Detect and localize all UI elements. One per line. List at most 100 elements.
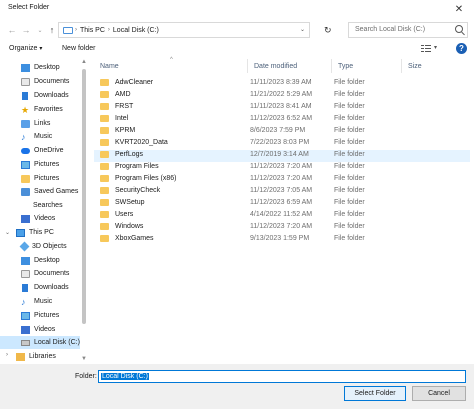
date-cell: 8/6/2023 7:59 PM bbox=[250, 127, 306, 134]
name-cell: Program Files bbox=[100, 163, 159, 170]
search-input[interactable]: Search Local Disk (C:) bbox=[348, 22, 468, 38]
date-cell: 11/12/2023 7:05 AM bbox=[250, 187, 313, 194]
breadcrumb-this-pc[interactable]: This PC bbox=[80, 27, 105, 34]
nav-item-downloads-2[interactable]: Downloads bbox=[0, 281, 80, 294]
name-cell: KPRM bbox=[100, 127, 135, 134]
nav-item-desktop-2[interactable]: Desktop bbox=[0, 254, 80, 267]
chevron-right-icon[interactable]: › bbox=[6, 352, 8, 358]
nav-item-this-pc[interactable]: ⌄ This PC bbox=[0, 226, 80, 239]
name-cell: PerfLogs bbox=[100, 151, 143, 158]
nav-item-local-disk[interactable]: Local Disk (C:) bbox=[0, 336, 80, 349]
nav-item-label: Saved Games bbox=[34, 188, 79, 195]
nav-item-pictures-2[interactable]: Pictures bbox=[0, 172, 80, 185]
nav-item-label: Videos bbox=[34, 215, 56, 222]
organize-label: Organize bbox=[9, 45, 38, 52]
breadcrumb-local-disk[interactable]: Local Disk (C:) bbox=[113, 27, 159, 34]
nav-item-desktop[interactable]: Desktop bbox=[0, 61, 80, 74]
nav-item-documents-2[interactable]: Documents bbox=[0, 267, 80, 280]
nav-item-label: Desktop bbox=[34, 64, 60, 71]
back-icon[interactable]: ← bbox=[6, 23, 18, 37]
nav-item-onedrive[interactable]: OneDrive bbox=[0, 144, 80, 157]
links-icon bbox=[21, 119, 30, 128]
scroll-down-icon[interactable]: ▼ bbox=[81, 356, 87, 362]
folder-input[interactable]: Local Disk (C:) bbox=[98, 370, 466, 383]
table-row[interactable]: AdwCleaner 11/11/2023 8:39 AM File folder bbox=[94, 78, 470, 90]
column-header-name[interactable]: Name ^ bbox=[94, 57, 248, 73]
nav-item-libraries[interactable]: › Libraries bbox=[0, 350, 80, 363]
scroll-up-icon[interactable]: ▲ bbox=[81, 59, 87, 65]
nav-item-label: Desktop bbox=[34, 257, 60, 264]
type-cell: File folder bbox=[334, 103, 365, 110]
address-bar[interactable]: › This PC › Local Disk (C:) ⌄ bbox=[58, 22, 310, 38]
cancel-button[interactable]: Cancel bbox=[412, 386, 466, 401]
table-row[interactable]: Windows 11/12/2023 7:20 AM File folder bbox=[94, 222, 470, 234]
close-icon[interactable]: ✕ bbox=[444, 0, 474, 18]
table-row[interactable]: XboxGames 9/13/2023 1:59 PM File folder bbox=[94, 234, 470, 246]
name-text: Program Files bbox=[115, 163, 159, 170]
onedrive-icon bbox=[21, 147, 30, 154]
navigation-pane: Desktop Documents Downloads ★ Favorites L… bbox=[0, 59, 88, 364]
nav-item-saved-games[interactable]: Saved Games bbox=[0, 185, 80, 198]
new-folder-button[interactable]: New folder bbox=[62, 45, 95, 52]
folder-icon bbox=[100, 175, 109, 182]
name-cell: Users bbox=[100, 211, 133, 218]
nav-item-pictures-3[interactable]: Pictures bbox=[0, 309, 80, 322]
nav-item-videos-2[interactable]: Videos bbox=[0, 323, 80, 336]
name-text: Windows bbox=[115, 223, 144, 230]
view-options-icon[interactable] bbox=[421, 45, 431, 53]
nav-item-downloads[interactable]: Downloads bbox=[0, 89, 80, 102]
documents-icon bbox=[21, 77, 30, 86]
chevron-right-icon[interactable]: › bbox=[108, 27, 110, 33]
up-icon[interactable]: ↑ bbox=[46, 23, 58, 37]
folder-icon bbox=[100, 103, 109, 110]
select-folder-button[interactable]: Select Folder bbox=[344, 386, 406, 401]
nav-item-music[interactable]: ♪ Music bbox=[0, 130, 80, 143]
nav-item-videos[interactable]: Videos bbox=[0, 212, 80, 225]
nav-item-label: OneDrive bbox=[34, 147, 64, 154]
column-header-date[interactable]: Date modified bbox=[248, 59, 332, 73]
nav-item-favorites[interactable]: ★ Favorites bbox=[0, 103, 80, 116]
nav-item-music-2[interactable]: ♪ Music bbox=[0, 295, 80, 308]
name-cell: AdwCleaner bbox=[100, 79, 153, 86]
table-row[interactable]: Intel 11/12/2023 6:52 AM File folder bbox=[94, 114, 470, 126]
table-row[interactable]: SecurityCheck 11/12/2023 7:05 AM File fold… bbox=[94, 186, 470, 198]
chevron-down-icon[interactable]: ⌄ bbox=[5, 229, 10, 236]
forward-icon[interactable]: → bbox=[20, 23, 32, 37]
favorites-icon: ★ bbox=[21, 104, 30, 115]
recent-locations-icon[interactable]: ⌄ bbox=[34, 23, 46, 37]
column-header-label: Type bbox=[338, 62, 354, 70]
help-icon[interactable]: ? bbox=[456, 43, 467, 54]
table-row[interactable]: AMD 11/21/2022 5:29 AM File folder bbox=[94, 90, 470, 102]
nav-item-links[interactable]: Links bbox=[0, 117, 80, 130]
name-text: KPRM bbox=[115, 127, 136, 134]
refresh-icon[interactable]: ↻ bbox=[324, 25, 332, 36]
nav-item-searches[interactable]: Searches bbox=[0, 199, 80, 212]
folder-icon bbox=[100, 211, 109, 218]
table-row[interactable]: FRST 11/11/2023 8:41 AM File folder bbox=[94, 102, 470, 114]
column-header-type[interactable]: Type bbox=[332, 59, 402, 73]
table-row[interactable]: SWSetup 11/12/2023 6:59 AM File folder bbox=[94, 198, 470, 210]
scrollbar-thumb[interactable] bbox=[82, 69, 86, 324]
table-row[interactable]: Program Files (x86) 11/12/2023 7:20 AM Fil… bbox=[94, 174, 470, 186]
folder-label: Folder: bbox=[75, 373, 97, 380]
type-cell: File folder bbox=[334, 187, 365, 194]
table-row[interactable]: KVRT2020_Data 7/22/2023 8:03 PM File folde… bbox=[94, 138, 470, 150]
organize-button[interactable]: Organize ▾ bbox=[9, 45, 42, 52]
date-cell: 11/11/2023 8:41 AM bbox=[250, 103, 312, 110]
nav-item-documents[interactable]: Documents bbox=[0, 75, 80, 88]
table-row[interactable]: Users 4/14/2022 11:52 AM File folder bbox=[94, 210, 470, 222]
table-row[interactable]: KPRM 8/6/2023 7:59 PM File folder bbox=[94, 126, 470, 138]
column-header-size[interactable]: Size bbox=[402, 59, 470, 73]
chevron-right-icon[interactable]: › bbox=[75, 27, 77, 33]
nav-item-pictures[interactable]: Pictures bbox=[0, 158, 80, 171]
chevron-down-icon[interactable]: ⌄ bbox=[300, 26, 305, 33]
folder-input-value: Local Disk (C:) bbox=[101, 373, 149, 380]
chevron-down-icon[interactable]: ▾ bbox=[434, 44, 437, 51]
date-cell: 11/12/2023 7:20 AM bbox=[250, 163, 313, 170]
date-cell: 7/22/2023 8:03 PM bbox=[250, 139, 310, 146]
navigation-scrollbar[interactable]: ▲ ▼ bbox=[80, 59, 88, 364]
table-row[interactable]: Program Files 11/12/2023 7:20 AM File fold… bbox=[94, 162, 470, 174]
table-row[interactable]: PerfLogs 12/7/2019 3:14 AM File folder bbox=[94, 150, 470, 162]
sort-ascending-icon: ^ bbox=[170, 57, 173, 63]
nav-item-3d-objects[interactable]: 3D Objects bbox=[0, 240, 80, 253]
